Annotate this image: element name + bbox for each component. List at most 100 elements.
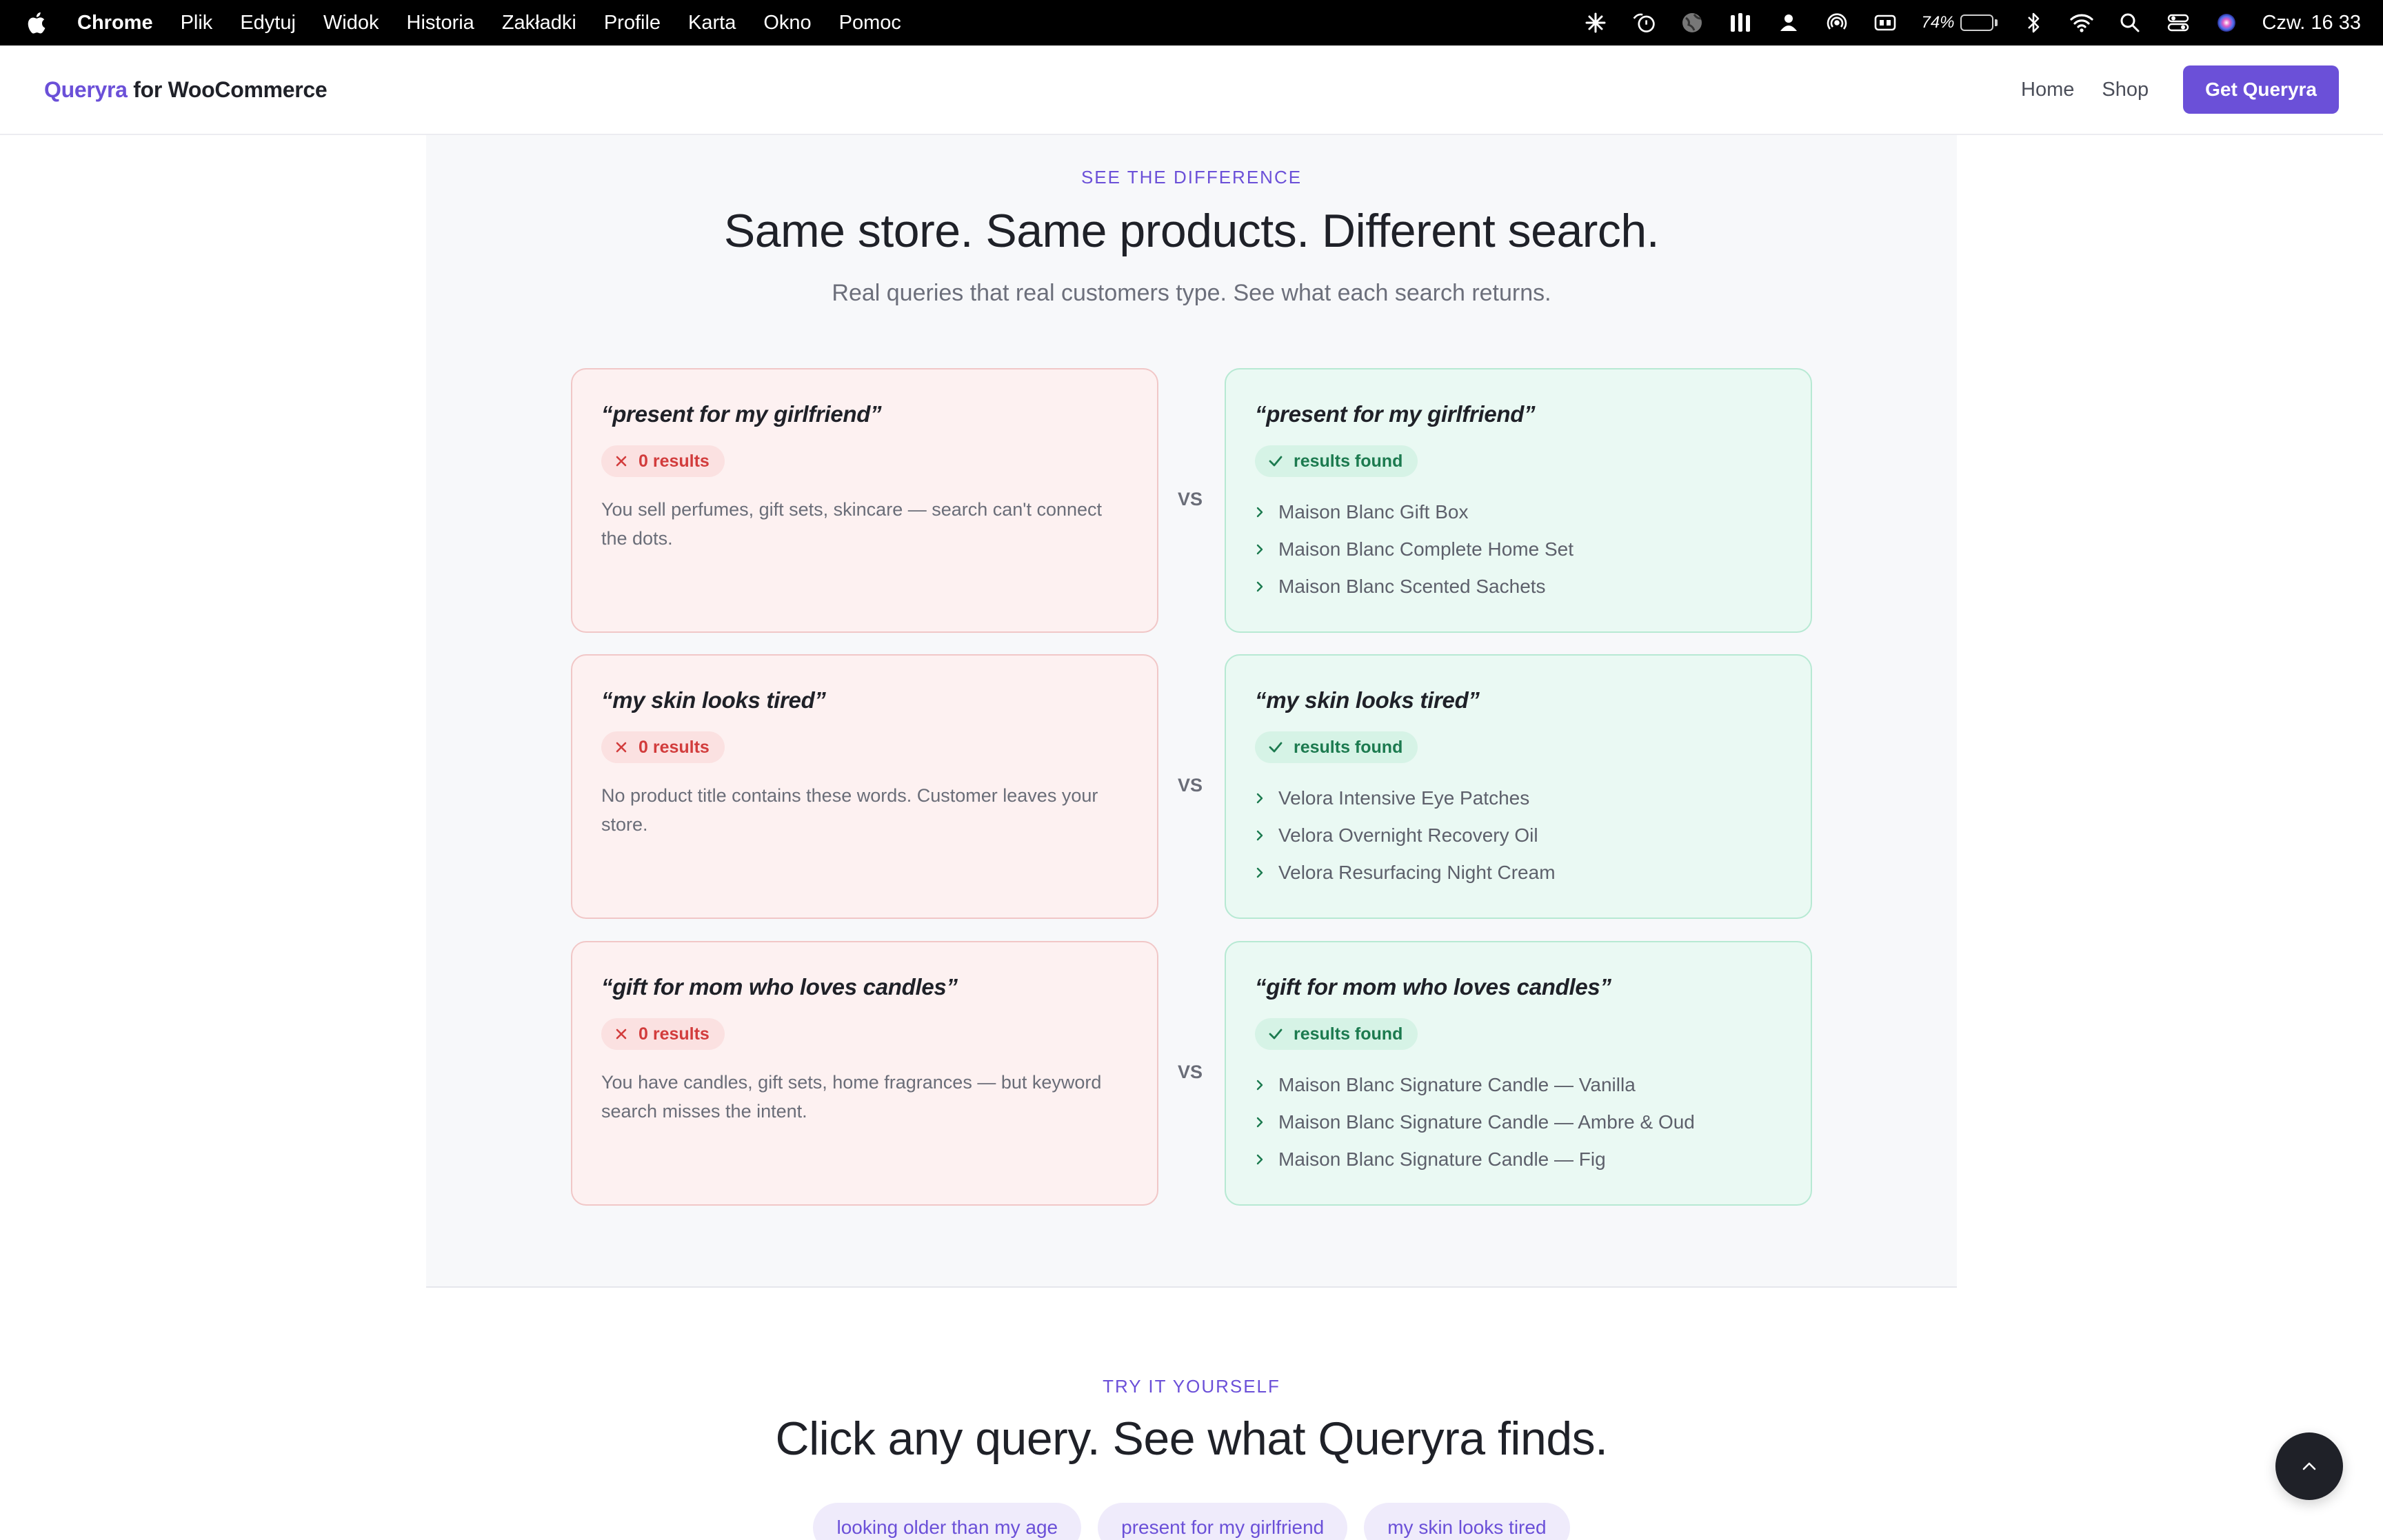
nav-shop-link[interactable]: Shop — [2102, 79, 2149, 101]
result-item-label: Maison Blanc Signature Candle — Fig — [1278, 1148, 1606, 1170]
globe-icon[interactable] — [1680, 10, 1705, 35]
result-item[interactable]: Maison Blanc Gift Box — [1255, 494, 1782, 531]
result-list: Velora Intensive Eye Patches Velora Overn… — [1255, 780, 1782, 891]
result-item-label: Maison Blanc Gift Box — [1278, 501, 1469, 523]
query-text: “my skin looks tired” — [1255, 687, 1480, 713]
menu-widok[interactable]: Widok — [323, 12, 379, 34]
sparkle-icon[interactable] — [1583, 10, 1608, 35]
close-icon — [614, 740, 629, 755]
result-item[interactable]: Maison Blanc Signature Candle — Ambre & … — [1255, 1104, 1782, 1141]
difference-subtitle: Real queries that real customers type. S… — [832, 280, 1551, 306]
result-item-label: Maison Blanc Scented Sachets — [1278, 576, 1546, 597]
result-item[interactable]: Velora Resurfacing Night Cream — [1255, 854, 1782, 891]
menu-okno[interactable]: Okno — [763, 12, 811, 34]
query-chip[interactable]: looking older than my age — [813, 1503, 1082, 1540]
no-results-card: “gift for mom who loves candles” 0 result… — [571, 941, 1158, 1206]
query-text: “present for my girlfriend” — [1255, 401, 1536, 427]
results-found-card: “gift for mom who loves candles” results … — [1225, 941, 1812, 1206]
user-icon[interactable] — [1776, 10, 1801, 35]
apple-menu-icon[interactable] — [26, 11, 47, 34]
close-icon — [614, 1026, 629, 1042]
results-found-badge: results found — [1255, 731, 1418, 763]
menu-plik[interactable]: Plik — [181, 12, 213, 34]
bluetooth-icon[interactable] — [2021, 10, 2046, 35]
brand-logo[interactable]: Queryra for WooCommerce — [44, 77, 328, 103]
vs-label: VS — [1177, 775, 1203, 796]
try-eyebrow: TRY IT YOURSELF — [1103, 1376, 1280, 1397]
query-chip[interactable]: present for my girlfriend — [1098, 1503, 1348, 1540]
nav-home-link[interactable]: Home — [2021, 79, 2074, 101]
site-header: Queryra for WooCommerce Home Shop Get Qu… — [0, 45, 2383, 135]
check-icon — [1267, 454, 1284, 469]
battery-indicator[interactable]: 74% — [1921, 13, 1998, 32]
failure-description: You have candles, gift sets, home fragra… — [601, 1072, 1102, 1122]
brand-suffix: for WooCommerce — [127, 77, 328, 102]
no-results-badge: 0 results — [601, 445, 725, 477]
badge-label: results found — [1294, 1024, 1403, 1044]
back-to-top-button[interactable] — [2275, 1432, 2343, 1500]
check-icon — [1267, 740, 1284, 755]
result-item-label: Maison Blanc Signature Candle — Vanilla — [1278, 1074, 1636, 1095]
chevron-right-icon — [1255, 1115, 1265, 1130]
chevron-right-icon — [1255, 1077, 1265, 1093]
query-chips: looking older than my age present for my… — [0, 1503, 2383, 1540]
siri-icon[interactable] — [2214, 10, 2239, 35]
menu-historia[interactable]: Historia — [407, 12, 474, 34]
wifi-icon[interactable] — [2069, 10, 2094, 35]
result-item[interactable]: Maison Blanc Signature Candle — Vanilla — [1255, 1066, 1782, 1104]
failure-description: You sell perfumes, gift sets, skincare —… — [601, 499, 1103, 549]
menu-app-name[interactable]: Chrome — [77, 12, 153, 34]
airdrop-icon[interactable] — [1824, 10, 1849, 35]
result-item[interactable]: Maison Blanc Scented Sachets — [1255, 568, 1782, 605]
timer-icon[interactable] — [1631, 10, 1656, 35]
badge-label: 0 results — [639, 737, 710, 757]
bars-icon[interactable] — [1728, 10, 1753, 35]
result-list: Maison Blanc Signature Candle — Vanilla M… — [1255, 1066, 1782, 1178]
result-item-label: Velora Overnight Recovery Oil — [1278, 824, 1538, 846]
chevron-right-icon — [1255, 828, 1265, 843]
get-queryra-button[interactable]: Get Queryra — [2183, 65, 2339, 114]
query-text: “my skin looks tired” — [601, 687, 826, 713]
query-text: “gift for mom who loves candles” — [601, 974, 958, 1000]
search-icon[interactable] — [2118, 10, 2142, 35]
badge-label: results found — [1294, 451, 1403, 471]
badge-label: results found — [1294, 737, 1403, 757]
query-chip[interactable]: my skin looks tired — [1364, 1503, 1570, 1540]
failure-description: No product title contains these words. C… — [601, 785, 1098, 835]
result-item[interactable]: Velora Intensive Eye Patches — [1255, 780, 1782, 817]
no-results-badge: 0 results — [601, 1018, 725, 1050]
results-found-card: “my skin looks tired” results found Velora… — [1225, 654, 1812, 919]
menubar-clock[interactable]: Czw. 16 33 — [2262, 12, 2361, 34]
difference-title: Same store. Same products. Different sea… — [723, 205, 1660, 257]
chevron-right-icon — [1255, 1152, 1265, 1167]
menu-pomoc[interactable]: Pomoc — [839, 12, 901, 34]
menu-profile[interactable]: Profile — [604, 12, 661, 34]
badge-label: 0 results — [639, 451, 710, 471]
chevron-right-icon — [1255, 865, 1265, 880]
display-icon[interactable] — [1873, 10, 1898, 35]
difference-eyebrow: SEE THE DIFFERENCE — [1080, 167, 1303, 188]
vs-label: VS — [1177, 1062, 1203, 1082]
query-text: “present for my girlfriend” — [601, 401, 882, 427]
control-center-icon[interactable] — [2166, 10, 2191, 35]
results-found-card: “present for my girlfriend” results found… — [1225, 368, 1812, 633]
vs-label: VS — [1177, 489, 1203, 509]
menu-edytuj[interactable]: Edytuj — [240, 12, 296, 34]
menu-karta[interactable]: Karta — [688, 12, 736, 34]
check-icon — [1267, 1026, 1284, 1042]
brand-name: Queryra — [44, 77, 128, 102]
no-results-card: “my skin looks tired” 0 results No product… — [571, 654, 1158, 919]
result-item[interactable]: Velora Overnight Recovery Oil — [1255, 817, 1782, 854]
difference-section: SEE THE DIFFERENCE Same store. Same prod… — [426, 135, 1957, 1288]
no-results-badge: 0 results — [601, 731, 725, 763]
menu-zakladki[interactable]: Zakładki — [502, 12, 576, 34]
main-nav: Home Shop Get Queryra — [2021, 65, 2339, 114]
result-item[interactable]: Maison Blanc Complete Home Set — [1255, 531, 1782, 568]
chevron-right-icon — [1255, 505, 1265, 520]
battery-icon — [1960, 14, 1993, 31]
result-item[interactable]: Maison Blanc Signature Candle — Fig — [1255, 1141, 1782, 1178]
status-area: 74% Czw. 16 33 — [1583, 0, 2361, 45]
chevron-up-icon — [2302, 1462, 2316, 1470]
result-item-label: Velora Intensive Eye Patches — [1278, 787, 1530, 809]
result-item-label: Maison Blanc Signature Candle — Ambre & … — [1278, 1111, 1695, 1133]
